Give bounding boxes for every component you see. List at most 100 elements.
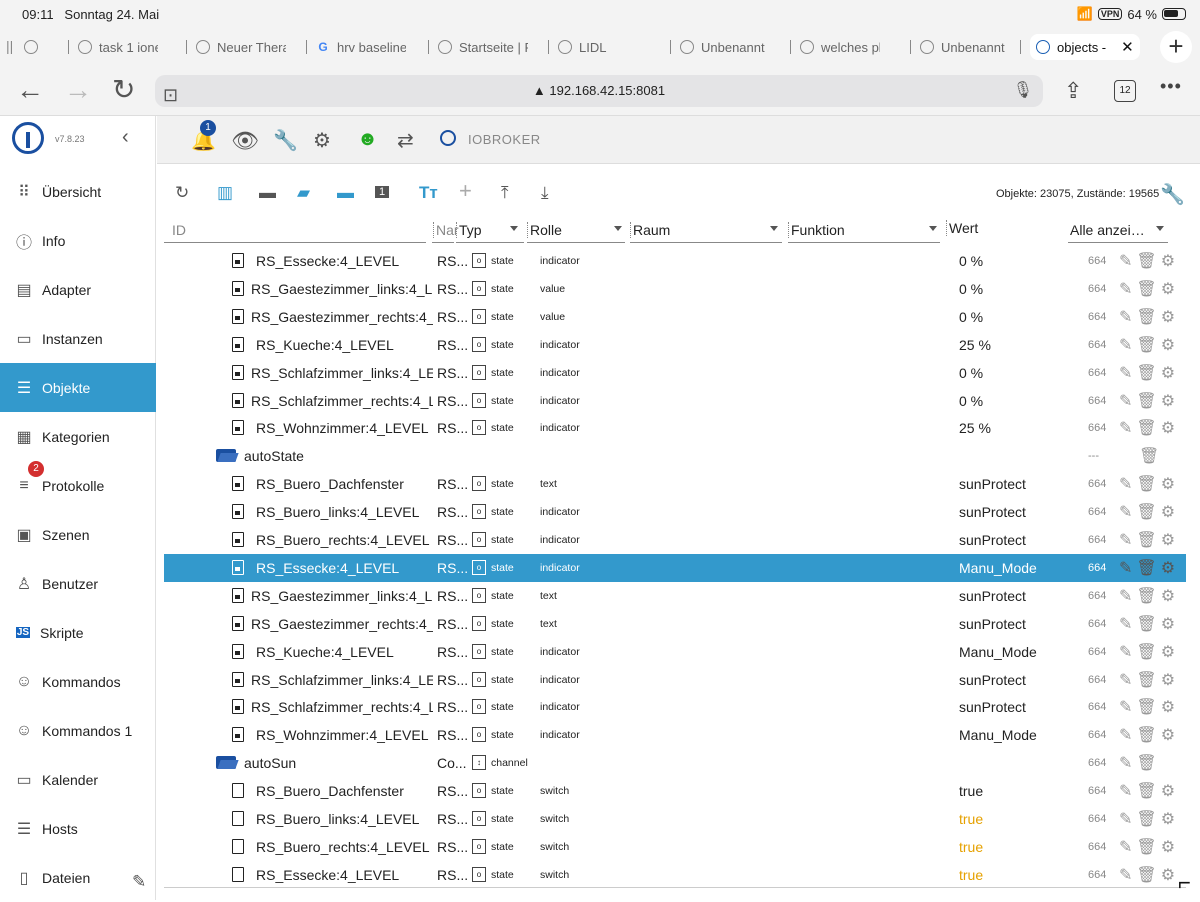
acl-value[interactable]: 664	[1088, 562, 1106, 574]
delete-icon[interactable]: 🗑	[1136, 670, 1156, 690]
delete-icon[interactable]: 🗑	[1136, 502, 1156, 522]
object-value[interactable]: Manu_Mode	[959, 727, 1037, 743]
custom-settings-icon[interactable]: ⚙	[1161, 251, 1175, 271]
table-row[interactable]: RS_Wohnzimmer:4_LEVEL RS... o state indicato…	[164, 721, 1186, 749]
custom-settings-icon[interactable]: ⚙	[1161, 642, 1175, 662]
expert-mode-icon[interactable]: ☻	[357, 128, 378, 151]
custom-settings-icon[interactable]: ⚙	[1161, 725, 1175, 745]
custom-settings-icon[interactable]: ⚙	[1161, 558, 1175, 578]
browser-tab[interactable]: LIDL	[558, 34, 648, 60]
id-filter-input[interactable]: ID	[172, 222, 186, 238]
sidebar-item-objekte[interactable]: ☰ Objekte	[0, 363, 156, 412]
room-column[interactable]: Raum	[630, 222, 670, 238]
sidebar-item-kategorien[interactable]: ▦ Kategorien	[0, 412, 156, 461]
tab-count-button[interactable]: 12	[1114, 80, 1136, 102]
delete-icon[interactable]: 🗑	[1136, 363, 1156, 383]
sidebar-item-kommandos-1[interactable]: ☺ Kommandos 1	[0, 706, 156, 755]
role-column[interactable]: Rolle	[527, 222, 562, 238]
collapse-folders-icon[interactable]: ▬	[337, 183, 354, 203]
sidebar-item-instanzen[interactable]: ▭ Instanzen	[0, 314, 156, 363]
custom-settings-icon[interactable]: ⚙	[1161, 307, 1175, 327]
browser-tab[interactable]: Neuer Thera	[196, 34, 286, 60]
custom-settings-icon[interactable]: ⚙	[1161, 586, 1175, 606]
delete-icon[interactable]: 🗑	[1136, 865, 1156, 885]
wrench-icon[interactable]: 🔧	[273, 128, 298, 153]
delete-icon[interactable]: 🗑	[1136, 809, 1156, 829]
folder-open-icon[interactable]	[216, 756, 236, 770]
delete-icon[interactable]: 🗑	[1136, 530, 1156, 550]
sidebar-item-kalender[interactable]: ▭ Kalender	[0, 755, 156, 804]
acl-value[interactable]: 664	[1088, 478, 1106, 490]
object-value[interactable]: true	[959, 811, 983, 827]
sidebar-item-skripte[interactable]: JS Skripte	[0, 608, 156, 657]
custom-settings-icon[interactable]: ⚙	[1161, 474, 1175, 494]
acl-value[interactable]: 664	[1088, 646, 1106, 658]
edit-icon[interactable]: ✎	[1119, 251, 1132, 271]
edit-icon[interactable]: ✎	[1119, 642, 1132, 662]
back-icon[interactable]: ←	[16, 76, 44, 104]
sidebar-item-kommandos[interactable]: ☺ Kommandos	[0, 657, 156, 706]
acl-value[interactable]: 664	[1088, 395, 1106, 407]
edit-icon[interactable]: ✎	[1119, 307, 1132, 327]
table-row[interactable]: RS_Buero_Dachfenster RS... o state text sunPr…	[164, 470, 1186, 498]
download-icon[interactable]: ⤓	[541, 183, 549, 203]
acl-value[interactable]: 664	[1088, 590, 1106, 602]
edit-icon[interactable]: ✎	[1119, 391, 1132, 411]
delete-icon[interactable]: 🗑	[1136, 418, 1156, 438]
object-value[interactable]: 0 %	[959, 309, 983, 325]
delete-icon[interactable]: 🗑	[1136, 725, 1156, 745]
object-value[interactable]: true	[959, 783, 983, 799]
delete-icon[interactable]: 🗑	[1136, 251, 1156, 271]
table-row[interactable]: RS_Buero_rechts:4_LEVEL RS... o state indica…	[164, 526, 1186, 554]
function-column[interactable]: Funktion	[788, 222, 845, 238]
custom-settings-icon[interactable]: ⚙	[1161, 391, 1175, 411]
custom-settings-icon[interactable]: ⚙	[1161, 837, 1175, 857]
custom-settings-icon[interactable]: ⚙	[1161, 781, 1175, 801]
upload-icon[interactable]: ⤒	[501, 183, 509, 203]
settings-wrench-icon[interactable]: 🔧	[1160, 182, 1185, 207]
acl-value[interactable]: 664	[1088, 701, 1106, 713]
acl-value[interactable]: ---	[1088, 450, 1099, 462]
collapse-sidebar-icon[interactable]: ‹	[122, 126, 129, 149]
share-icon[interactable]: ⇪	[1064, 78, 1082, 104]
object-value[interactable]: 0 %	[959, 281, 983, 297]
delete-icon[interactable]: 🗑	[1136, 391, 1156, 411]
browser-tab[interactable]: task 1 ionenk	[78, 34, 158, 60]
text-size-icon[interactable]: Tт	[419, 183, 438, 203]
edit-icon[interactable]: ✎	[1119, 335, 1132, 355]
object-value[interactable]: 0 %	[959, 253, 983, 269]
custom-settings-icon[interactable]: ⚙	[1161, 697, 1175, 717]
delete-icon[interactable]: 🗑	[1136, 753, 1156, 773]
restart-icon[interactable]: ⇄	[397, 128, 414, 153]
delete-icon[interactable]: 🗑	[1136, 279, 1156, 299]
table-row[interactable]: RS_Essecke:4_LEVEL RS... o state indicator Ma…	[164, 553, 1186, 582]
microphone-icon[interactable]: 🎙	[1013, 75, 1033, 107]
object-value[interactable]: sunProtect	[959, 504, 1026, 520]
custom-settings-icon[interactable]: ⚙	[1161, 279, 1175, 299]
eye-icon[interactable]: 👁	[231, 128, 259, 154]
more-icon[interactable]: •••	[1160, 76, 1182, 97]
edit-icon[interactable]: ✎	[1119, 586, 1132, 606]
sidebar-item-adapter[interactable]: ▤ Adapter	[0, 265, 156, 314]
browser-tab[interactable]: Unbenannt	[920, 34, 1010, 60]
delete-icon[interactable]: 🗑	[1136, 781, 1156, 801]
acl-value[interactable]: 664	[1088, 255, 1106, 267]
custom-settings-icon[interactable]: ⚙	[1161, 865, 1175, 885]
custom-settings-icon[interactable]: ⚙	[1161, 418, 1175, 438]
object-value[interactable]: sunProtect	[959, 672, 1026, 688]
refresh-icon[interactable]: ↻	[175, 183, 189, 203]
folder-open-icon[interactable]	[216, 449, 236, 463]
object-value[interactable]: true	[959, 839, 983, 855]
sidebar-item-info[interactable]: ⓘ Info	[0, 216, 156, 265]
edit-icon[interactable]: ✎	[1119, 865, 1132, 885]
table-row[interactable]: RS_Essecke:4_LEVEL RS... o state switch true 6…	[164, 861, 1186, 887]
acl-value[interactable]: 664	[1088, 869, 1106, 881]
delete-icon[interactable]: 🗑	[1136, 307, 1156, 327]
sidebar-item-szenen[interactable]: ▣ Szenen	[0, 510, 156, 559]
table-row[interactable]: RS_Kueche:4_LEVEL RS... o state indicator 25 …	[164, 331, 1186, 359]
edit-icon[interactable]: ✎	[1119, 279, 1132, 299]
site-settings-icon[interactable]: ⊡	[163, 79, 178, 111]
acl-value[interactable]: 664	[1088, 534, 1106, 546]
columns-icon[interactable]: ▥	[217, 183, 233, 203]
edit-icon[interactable]: ✎	[1119, 363, 1132, 383]
